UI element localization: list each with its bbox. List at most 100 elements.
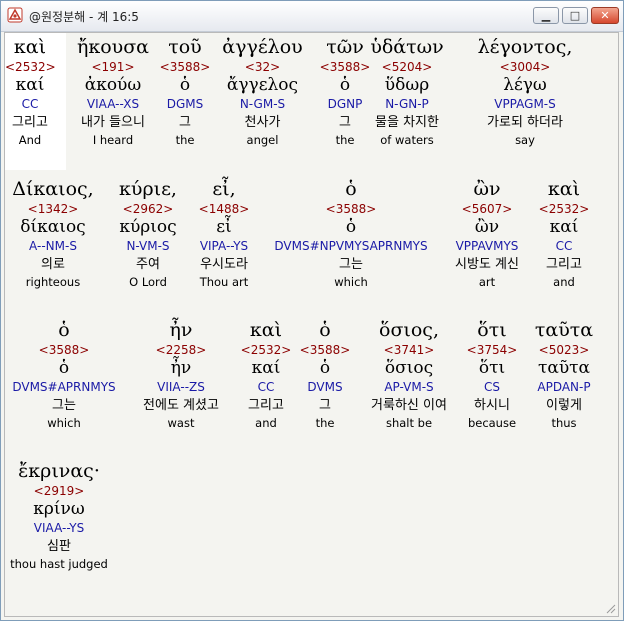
- word-block[interactable]: εἶ, <1488> εἶ VIPA--YS 우시도라 Thou art: [191, 178, 257, 290]
- strong-number[interactable]: <5204>: [363, 59, 451, 75]
- greek-word: εἶ,: [212, 178, 236, 200]
- morphology-code[interactable]: N-VM-S: [115, 237, 181, 255]
- word-block[interactable]: ὁ <3588> ὁ DVMS#NPVMYSAPRNMYS 그는 which: [267, 178, 435, 290]
- strong-number[interactable]: <3588>: [267, 201, 435, 217]
- strong-number[interactable]: <2532>: [533, 201, 595, 217]
- english-gloss: because: [467, 416, 517, 430]
- english-gloss: which: [47, 416, 81, 430]
- minimize-button[interactable]: ▁: [533, 7, 559, 24]
- word-block[interactable]: ὑδάτων <5204> ὕδωρ N-GN-P 물을 차지한 of wate…: [363, 36, 451, 148]
- word-block[interactable]: ἦν <2258> ἦν VIIA--ZS 전에도 계셨고 wast: [131, 319, 231, 431]
- korean-gloss: 이렇게: [546, 398, 582, 413]
- korean-gloss: 그: [319, 398, 331, 413]
- greek-word: ὢν: [473, 178, 501, 200]
- morphology-code[interactable]: CC: [237, 378, 295, 396]
- morphology-code[interactable]: N-GM-S: [215, 95, 310, 113]
- word-block[interactable]: τοῦ <3588> ὁ DGMS 그 the: [155, 36, 215, 148]
- strong-number[interactable]: <32>: [215, 59, 310, 75]
- strong-number[interactable]: <3588>: [7, 342, 121, 358]
- morphology-code[interactable]: DVMS#APRNMYS: [7, 378, 121, 396]
- morphology-code[interactable]: CC: [533, 237, 595, 255]
- greek-word: ἦν: [169, 319, 193, 341]
- strong-number[interactable]: <5607>: [443, 201, 531, 217]
- morphology-code[interactable]: CS: [463, 378, 521, 396]
- english-gloss: And: [18, 133, 42, 147]
- greek-word: ταῦτα: [534, 319, 594, 341]
- resize-grip-icon[interactable]: [604, 602, 616, 614]
- morphology-code[interactable]: DVMS#NPVMYSAPRNMYS: [267, 237, 435, 255]
- morphology-code[interactable]: VPPAGM-S: [465, 95, 585, 113]
- close-button[interactable]: ✕: [591, 7, 619, 24]
- english-gloss: wast: [167, 416, 195, 430]
- morphology-code[interactable]: DGMS: [155, 95, 215, 113]
- greek-word: καὶ: [13, 36, 47, 58]
- strong-number[interactable]: <2258>: [131, 342, 231, 358]
- word-block[interactable]: ὢν <5607> ὢν VPPAVMYS 시방도 계신 art: [443, 178, 531, 290]
- greek-word: καὶ: [547, 178, 581, 200]
- morphology-code[interactable]: VIAA--YS: [7, 519, 111, 537]
- word-block[interactable]: κύριε, <2962> κύριος N-VM-S 주여 O Lord: [115, 178, 181, 290]
- word-block[interactable]: ὁ <3588> ὁ DVMS#APRNMYS 그는 which: [7, 319, 121, 431]
- greek-word: ὅσιος,: [379, 319, 439, 341]
- morphology-code[interactable]: N-GN-P: [363, 95, 451, 113]
- word-block[interactable]: ταῦτα <5023> ταῦτα APDAN-P 이렇게 thus: [529, 319, 599, 431]
- english-gloss: of waters: [380, 133, 434, 147]
- word-block[interactable]: ἀγγέλου <32> ἄγγελος N-GM-S 천사가 angel: [215, 36, 310, 148]
- strong-number[interactable]: <5023>: [529, 342, 599, 358]
- lemma: δίκαιος: [20, 217, 86, 237]
- strong-number[interactable]: <1342>: [7, 201, 99, 217]
- strong-number[interactable]: <2532>: [237, 342, 295, 358]
- word-block[interactable]: λέγοντος, <3004> λέγω VPPAGM-S 가로되 하더라 s…: [465, 36, 585, 148]
- morphology-code[interactable]: VPPAVMYS: [443, 237, 531, 255]
- morphology-code[interactable]: AP-VM-S: [357, 378, 461, 396]
- maximize-icon: □: [569, 9, 581, 22]
- lemma: ἦν: [170, 358, 192, 378]
- title-bar[interactable]: @원정분해 - 계 16:5 ▁ □ ✕: [1, 1, 623, 32]
- strong-number[interactable]: <3588>: [297, 342, 353, 358]
- strong-number[interactable]: <2962>: [115, 201, 181, 217]
- english-gloss: Thou art: [199, 275, 249, 289]
- word-block[interactable]: καὶ <2532> καί CC 그리고 And: [5, 36, 56, 148]
- english-gloss: art: [478, 275, 496, 289]
- word-block[interactable]: ὅσιος, <3741> ὅσιος AP-VM-S 거룩하신 이여 shal…: [357, 319, 461, 431]
- strong-number[interactable]: <2919>: [7, 483, 111, 499]
- morphology-code[interactable]: CC: [5, 95, 55, 113]
- close-icon: ✕: [600, 9, 610, 22]
- morphology-code[interactable]: VIPA--YS: [191, 237, 257, 255]
- lemma: καί: [549, 217, 579, 237]
- word-block[interactable]: ὁ <3588> ὁ DVMS 그 the: [297, 319, 353, 431]
- korean-gloss: 내가 들으니: [81, 115, 145, 130]
- greek-word: ἔκρινας·: [18, 460, 100, 482]
- strong-number[interactable]: <2532>: [5, 59, 56, 75]
- word-block[interactable]: ἤκουσα <191> ἀκούω VIAA--XS 내가 들으니 I hea…: [68, 36, 158, 148]
- greek-word: Δίκαιος,: [12, 178, 94, 200]
- strong-number[interactable]: <3004>: [465, 59, 585, 75]
- word-block[interactable]: Δίκαιος, <1342> δίκαιος A--NM-S 의로 right…: [7, 178, 99, 290]
- morphology-code[interactable]: VIIA--ZS: [131, 378, 231, 396]
- strong-number[interactable]: <3588>: [155, 59, 215, 75]
- interlinear-panel[interactable]: καὶ <2532> καί CC 그리고 And ἤκουσα <191> ἀ…: [4, 32, 619, 617]
- word-block[interactable]: ἔκρινας· <2919> κρίνω VIAA--YS 심판 thou h…: [7, 460, 111, 572]
- word-block[interactable]: ὅτι <3754> ὅτι CS 하시니 because: [463, 319, 521, 431]
- english-gloss: angel: [246, 133, 279, 147]
- strong-number[interactable]: <3754>: [463, 342, 521, 358]
- word-block[interactable]: καὶ <2532> καί CC 그리고 and: [237, 319, 295, 431]
- morphology-code[interactable]: DVMS: [297, 378, 353, 396]
- greek-word: τοῦ: [168, 36, 202, 58]
- strong-number[interactable]: <191>: [68, 59, 158, 75]
- morphology-code[interactable]: A--NM-S: [7, 237, 99, 255]
- korean-gloss: 그리고: [546, 257, 582, 272]
- maximize-button[interactable]: □: [562, 7, 588, 24]
- strong-number[interactable]: <3741>: [357, 342, 461, 358]
- greek-word: ὑδάτων: [370, 36, 444, 58]
- morphology-code[interactable]: VIAA--XS: [68, 95, 158, 113]
- english-gloss: the: [175, 133, 195, 147]
- lemma: κύριος: [119, 217, 177, 237]
- lemma: καί: [15, 75, 45, 95]
- korean-gloss: 주여: [136, 257, 160, 272]
- english-gloss: which: [334, 275, 368, 289]
- lemma: ὁ: [319, 358, 331, 378]
- word-block[interactable]: καὶ <2532> καί CC 그리고 and: [533, 178, 595, 290]
- strong-number[interactable]: <1488>: [191, 201, 257, 217]
- morphology-code[interactable]: APDAN-P: [529, 378, 599, 396]
